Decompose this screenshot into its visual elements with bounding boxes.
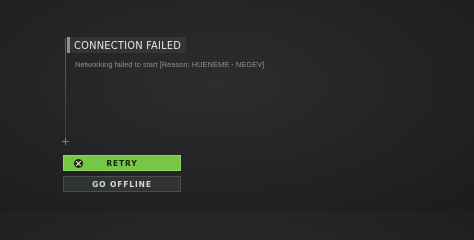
connection-failed-screen: + CONNECTION FAILED Networking failed to… (0, 0, 474, 210)
dialog-title-box: CONNECTION FAILED (67, 37, 187, 53)
go-offline-button[interactable]: GO OFFLINE (63, 176, 181, 192)
error-message: Networking failed to start [Reason: HUEN… (75, 60, 265, 69)
dialog-title: CONNECTION FAILED (74, 38, 182, 52)
plus-icon: + (60, 135, 71, 148)
go-offline-button-label: GO OFFLINE (92, 179, 152, 189)
x-button-icon (74, 159, 83, 168)
retry-button[interactable]: RETRY (63, 155, 181, 171)
decorative-vertical-line (65, 38, 66, 144)
retry-button-label: RETRY (106, 158, 138, 168)
